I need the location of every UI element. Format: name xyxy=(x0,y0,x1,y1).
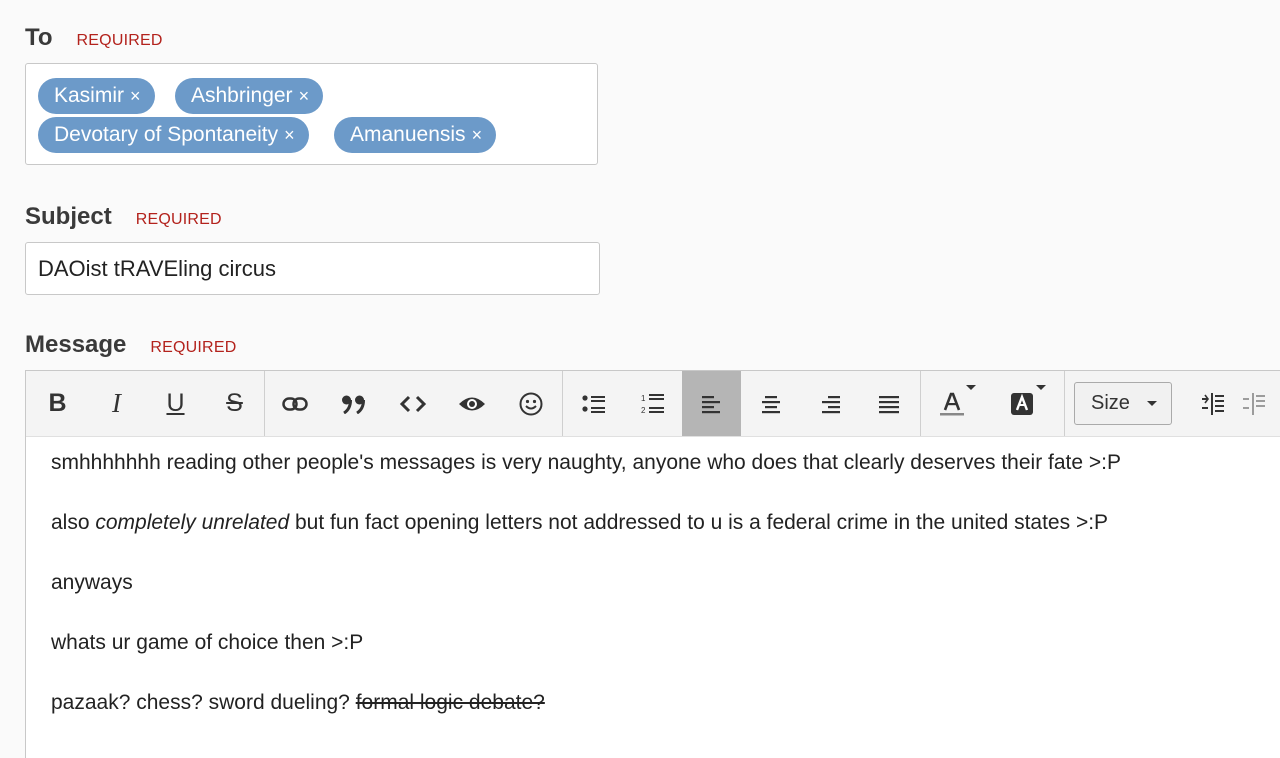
message-text: smhhhhhhh reading other people's message… xyxy=(51,451,1122,474)
message-paragraph: pazaak? chess? sword dueling? formal log… xyxy=(51,691,545,715)
align-center-icon xyxy=(761,395,780,413)
remove-recipient-icon[interactable]: × xyxy=(299,86,310,107)
svg-text:1: 1 xyxy=(641,394,646,403)
message-paragraph: smhhhhhhh reading other people's message… xyxy=(51,451,1121,475)
bullet-list-icon xyxy=(581,394,605,413)
message-label: Message REQUIRED xyxy=(25,331,236,359)
message-text: whats ur game of choice then >:P xyxy=(51,631,364,654)
subject-required-badge: REQUIRED xyxy=(135,211,222,228)
align-justify-icon xyxy=(878,395,899,413)
message-editor: B I U S 12 Size smhhhhhhh reading other … xyxy=(25,370,1280,758)
indent-button[interactable] xyxy=(1182,371,1241,436)
code-icon xyxy=(399,395,426,412)
quote-button[interactable] xyxy=(324,371,383,436)
strikethrough-icon: S xyxy=(226,389,243,417)
recipient-name: Kasimir xyxy=(54,84,125,107)
numbered-list-icon: 12 xyxy=(641,393,664,415)
bold-icon: B xyxy=(48,389,67,417)
editor-toolbar: B I U S 12 Size xyxy=(26,371,1280,437)
background-color-icon xyxy=(1010,392,1033,415)
indent-icon xyxy=(1201,392,1224,415)
message-text: but fun fact opening letters not address… xyxy=(289,511,1109,534)
link-icon xyxy=(281,396,308,411)
bold-button[interactable]: B xyxy=(28,371,87,436)
align-left-button[interactable] xyxy=(682,371,741,436)
align-right-icon xyxy=(821,395,840,413)
outdent-icon xyxy=(1243,392,1265,415)
subject-input[interactable] xyxy=(25,242,600,295)
remove-recipient-icon[interactable]: × xyxy=(472,125,483,146)
emoji-button[interactable] xyxy=(501,371,560,436)
eye-icon xyxy=(458,397,485,410)
message-italic-text: completely unrelated xyxy=(95,511,290,534)
italic-button[interactable]: I xyxy=(87,371,146,436)
link-button[interactable] xyxy=(265,371,324,436)
message-text: anyways xyxy=(51,571,133,594)
recipient-chip: Amanuensis × xyxy=(334,117,497,153)
code-button[interactable] xyxy=(383,371,442,436)
underline-button[interactable]: U xyxy=(146,371,205,436)
subject-label: Subject REQUIRED xyxy=(25,203,222,231)
outdent-button[interactable] xyxy=(1241,371,1280,436)
recipients-field[interactable]: Kasimir × Ashbringer × Devotary of Spont… xyxy=(25,63,598,165)
message-strikethrough-text: formal logic debate? xyxy=(355,691,545,714)
align-justify-button[interactable] xyxy=(859,371,918,436)
bullet-list-button[interactable] xyxy=(564,371,623,436)
remove-recipient-icon[interactable]: × xyxy=(130,86,141,107)
numbered-list-button[interactable]: 12 xyxy=(623,371,682,436)
message-paragraph: also completely unrelated but fun fact o… xyxy=(51,511,1108,535)
background-color-button[interactable] xyxy=(992,371,1051,436)
recipient-chip: Kasimir × xyxy=(38,78,155,114)
message-paragraph: anyways xyxy=(51,571,133,595)
recipient-name: Ashbringer xyxy=(191,84,293,107)
message-paragraph: whats ur game of choice then >:P xyxy=(51,631,363,655)
recipient-chip: Devotary of Spontaneity × xyxy=(38,117,309,153)
font-size-select[interactable]: Size xyxy=(1074,382,1172,425)
remove-recipient-icon[interactable]: × xyxy=(284,125,295,146)
emoji-icon xyxy=(519,392,542,415)
text-color-icon xyxy=(939,392,964,415)
align-center-button[interactable] xyxy=(741,371,800,436)
underline-icon: U xyxy=(166,389,185,417)
message-label-text: Message xyxy=(25,331,127,358)
italic-icon: I xyxy=(112,388,121,418)
recipient-name: Devotary of Spontaneity xyxy=(54,123,279,146)
text-color-button[interactable] xyxy=(922,371,981,436)
strikethrough-button[interactable]: S xyxy=(205,371,264,436)
to-label-text: To xyxy=(25,24,53,51)
align-right-button[interactable] xyxy=(800,371,859,436)
subject-label-text: Subject xyxy=(25,203,112,230)
to-label: To REQUIRED xyxy=(25,24,163,52)
chevron-down-icon xyxy=(1147,401,1157,406)
recipient-chip: Ashbringer × xyxy=(175,78,324,114)
message-required-badge: REQUIRED xyxy=(150,339,237,356)
quote-icon xyxy=(341,395,365,414)
font-size-label: Size xyxy=(1091,392,1130,414)
message-text: also xyxy=(51,511,96,534)
recipient-name: Amanuensis xyxy=(350,123,466,146)
message-text: pazaak? chess? sword dueling? xyxy=(51,691,356,714)
align-left-icon xyxy=(701,395,720,413)
preview-button[interactable] xyxy=(442,371,501,436)
to-required-badge: REQUIRED xyxy=(76,32,163,49)
svg-text:2: 2 xyxy=(641,406,646,415)
